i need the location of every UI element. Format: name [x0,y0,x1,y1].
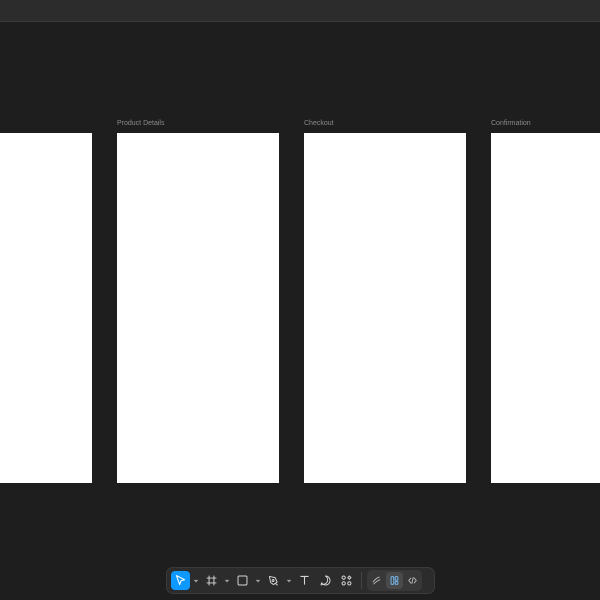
frame-tool-button[interactable] [202,571,221,590]
design-mode-button[interactable] [386,572,403,589]
shape-tool-button[interactable] [233,571,252,590]
frame-label-product-details[interactable]: Product Details [117,120,164,127]
comment-tool-button[interactable] [316,571,335,590]
chevron-down-icon [224,579,230,582]
chevron-down-icon [255,579,261,582]
dev-mode-icon [408,576,417,585]
actions-icon [341,575,352,586]
rectangle-icon [237,575,248,586]
move-tool-button[interactable] [171,571,190,590]
mode-switcher [367,570,422,591]
chevron-down-icon [286,579,292,582]
actions-tool-button[interactable] [337,571,356,590]
draw-mode-icon [372,576,381,585]
pen-tool-button[interactable] [264,571,283,590]
top-bar [0,0,600,22]
move-tool-menu-button[interactable] [192,571,200,590]
dev-mode-button[interactable] [404,572,421,589]
pen-tool-menu-button[interactable] [285,571,293,590]
text-icon [300,575,309,585]
move-arrow-icon [175,575,186,586]
chevron-down-icon [193,579,199,582]
frame-confirmation[interactable] [491,133,600,483]
frame-hash-icon [206,575,217,586]
design-mode-icon [390,576,399,585]
draw-mode-button[interactable] [368,572,385,589]
shape-tool-menu-button[interactable] [254,571,262,590]
pen-icon [268,575,278,586]
frame-label-confirmation[interactable]: Confirmation [491,120,531,127]
frame-partial-left[interactable] [0,133,92,483]
frame-product-details[interactable] [117,133,279,483]
frame-tool-menu-button[interactable] [223,571,231,590]
toolbar-divider [361,572,362,589]
bottom-toolbar [166,567,435,594]
frame-label-checkout[interactable]: Checkout [304,120,334,127]
frame-checkout[interactable] [304,133,466,483]
comment-icon [320,575,331,586]
text-tool-button[interactable] [295,571,314,590]
